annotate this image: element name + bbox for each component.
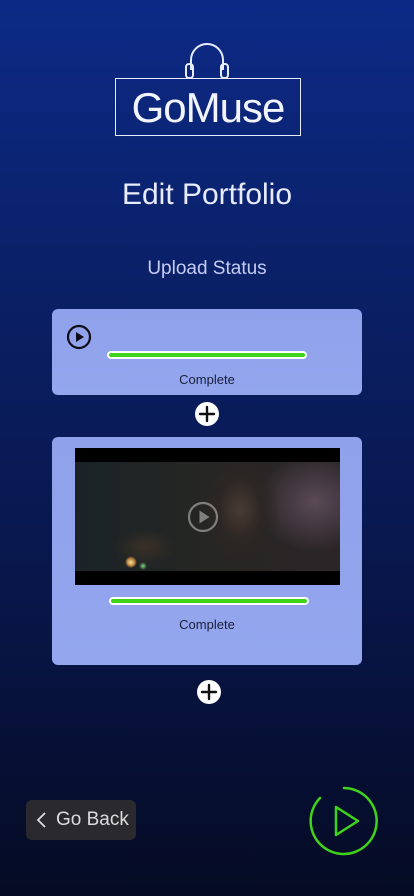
go-back-label: Go Back — [56, 809, 129, 830]
upload-progress-fill — [111, 599, 307, 603]
upload-progress-bar — [107, 351, 307, 359]
app-logo: GoMuse — [131, 84, 286, 131]
upload-progress-fill — [109, 353, 305, 357]
go-back-button[interactable]: Go Back — [26, 800, 136, 840]
upload-status-label: Complete — [179, 372, 235, 387]
upload-status-heading: Upload Status — [147, 258, 267, 279]
page-title: Edit Portfolio — [121, 178, 293, 211]
upload-status-label: Complete — [179, 617, 235, 632]
add-upload-icon[interactable] — [194, 401, 220, 427]
chevron-left-icon — [36, 812, 46, 828]
upload-progress-bar — [109, 597, 309, 605]
video-play-icon[interactable] — [187, 501, 219, 533]
play-next-icon[interactable] — [309, 786, 379, 856]
play-circle-icon[interactable] — [66, 324, 92, 350]
add-upload-icon[interactable] — [196, 679, 222, 705]
